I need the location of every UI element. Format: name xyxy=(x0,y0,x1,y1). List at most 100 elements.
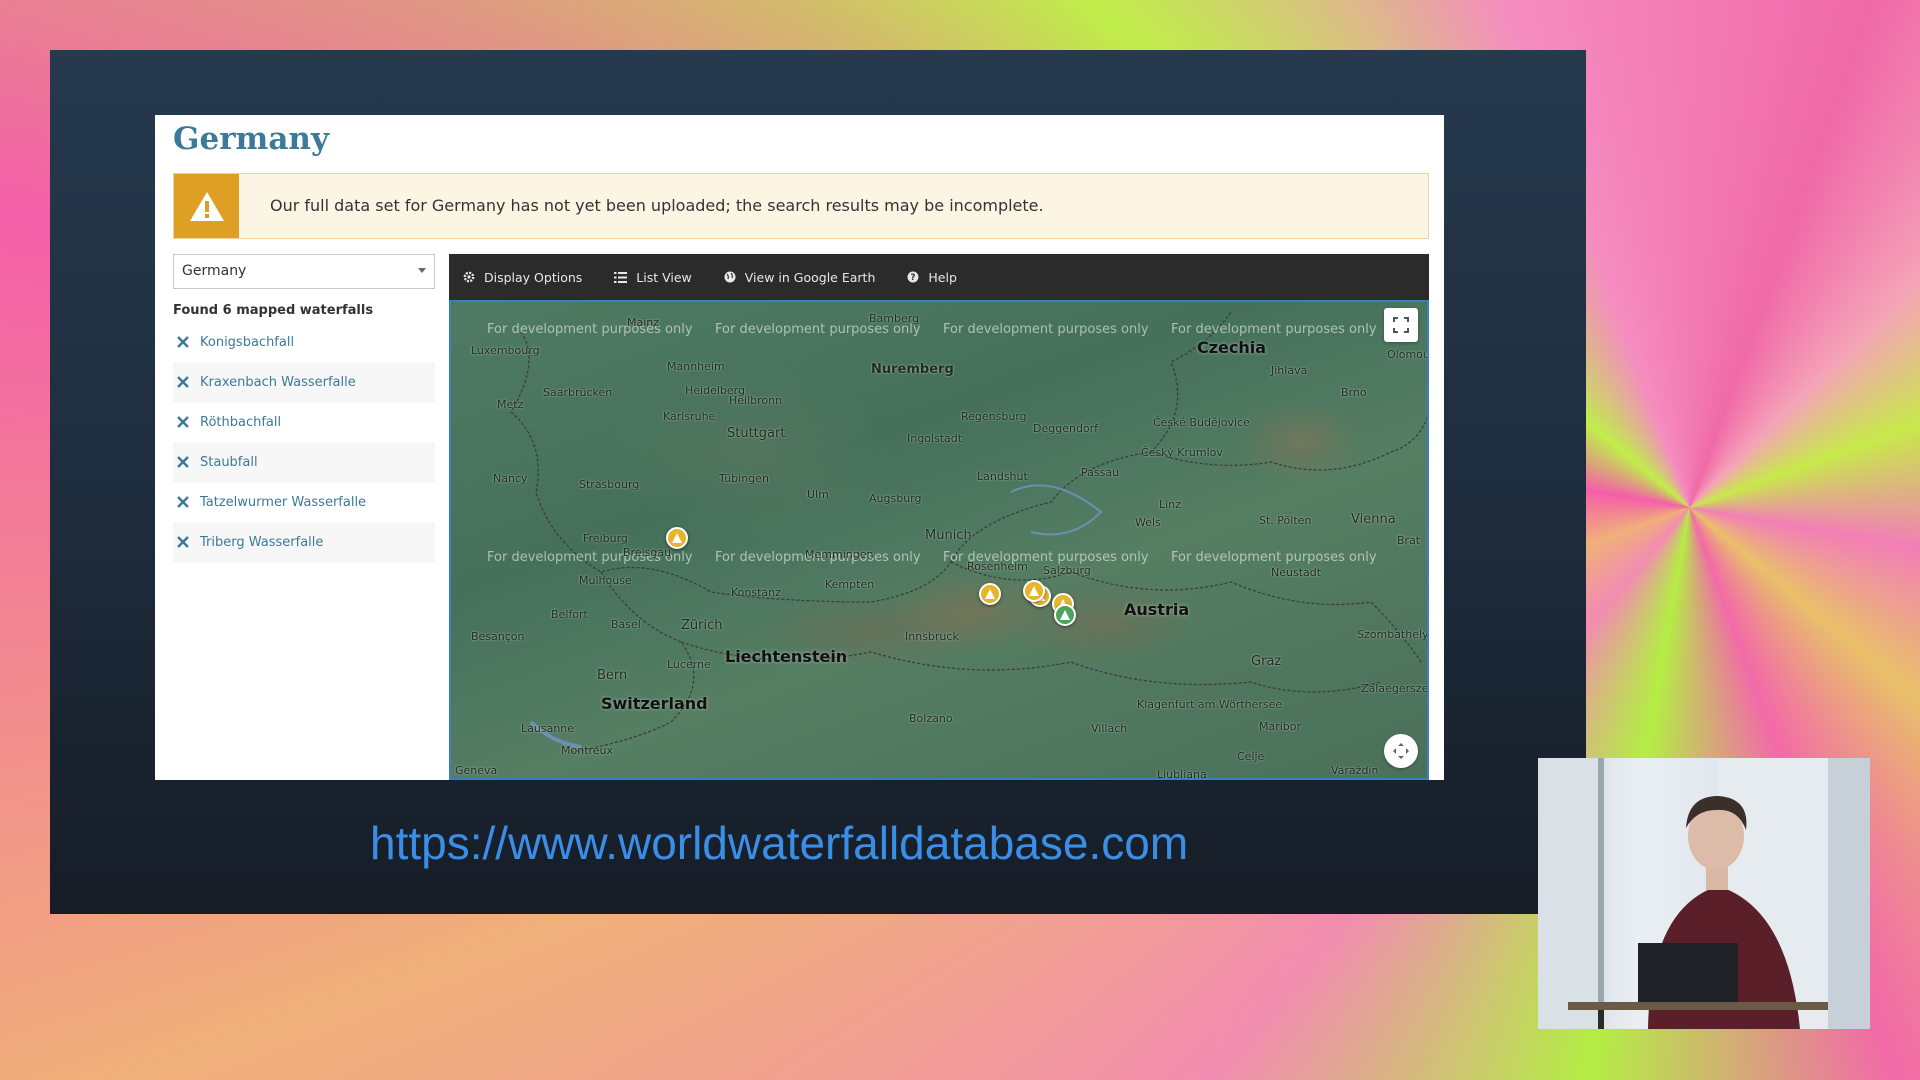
waterfall-marker[interactable] xyxy=(979,583,1001,605)
city-label: Konstanz xyxy=(731,586,781,599)
result-link[interactable]: Röthbachfall xyxy=(200,415,281,430)
result-link[interactable]: Kraxenbach Wasserfalle xyxy=(200,375,356,390)
city-label: Nuremberg xyxy=(871,362,954,377)
city-label: Ulm xyxy=(807,488,829,501)
city-label: Maribor xyxy=(1259,720,1302,733)
city-label: Brat xyxy=(1397,534,1421,547)
city-label: Český Krumlov xyxy=(1141,446,1223,459)
city-label: Breisgau xyxy=(623,546,672,559)
city-label: Geneva xyxy=(455,764,498,777)
city-label: Strasbourg xyxy=(579,478,640,491)
city-label: Kempten xyxy=(825,578,875,591)
city-label: Bamberg xyxy=(869,312,920,325)
waterfall-marker-icon xyxy=(177,456,189,468)
list-item[interactable]: Röthbachfall xyxy=(173,402,435,442)
result-link[interactable]: Staubfall xyxy=(200,455,258,470)
dev-notice: For development purposes only xyxy=(943,322,1149,337)
country-select-value: Germany xyxy=(182,263,247,279)
city-label: Bolzano xyxy=(909,712,953,725)
map-panel: Display Options List View View in Google… xyxy=(449,254,1429,780)
help-icon: ? xyxy=(907,271,919,283)
city-label: Belfort xyxy=(551,608,588,621)
result-link[interactable]: Triberg Wasserfalle xyxy=(200,535,323,550)
dev-notice: For development purposes only xyxy=(1171,322,1377,337)
incomplete-data-alert: Our full data set for Germany has not ye… xyxy=(173,173,1429,239)
country-select[interactable]: Germany xyxy=(173,254,435,289)
presentation-slide: Germany Our full data set for Germany ha… xyxy=(50,50,1586,914)
city-label: Graz xyxy=(1251,654,1282,669)
list-view-label: List View xyxy=(636,269,692,285)
list-item[interactable]: Staubfall xyxy=(173,442,435,482)
city-label: Vienna xyxy=(1351,512,1396,527)
waterfall-marker-icon xyxy=(177,536,189,548)
result-count: Found 6 mapped waterfalls xyxy=(173,303,374,318)
waterfall-marker-icon xyxy=(177,376,189,388)
waterfall-marker[interactable] xyxy=(666,527,688,549)
list-item[interactable]: Konigsbachfall xyxy=(173,322,435,362)
city-label: Lucerne xyxy=(667,658,711,671)
list-item[interactable]: Tatzelwurmer Wasserfalle xyxy=(173,482,435,522)
pan-arrows-icon xyxy=(1393,743,1409,759)
city-label: Tübingen xyxy=(719,472,769,485)
waterfall-marker[interactable] xyxy=(1054,604,1076,626)
city-label: Augsburg xyxy=(869,492,922,505)
city-label: Olomou xyxy=(1387,348,1429,361)
city-label: Wels xyxy=(1135,516,1161,529)
list-item[interactable]: Kraxenbach Wasserfalle xyxy=(173,362,435,402)
region-label: Switzerland xyxy=(601,694,708,713)
waterfall-marker[interactable] xyxy=(1023,580,1045,602)
city-label: Memmingen xyxy=(805,548,874,561)
city-label: Munich xyxy=(925,528,972,543)
city-label: Stuttgart xyxy=(727,426,786,441)
help-button[interactable]: ? Help xyxy=(907,270,957,285)
map-canvas[interactable]: For development purposes only For develo… xyxy=(449,300,1429,780)
region-label: Austria xyxy=(1124,600,1190,619)
city-label: Ljubljana xyxy=(1157,768,1207,780)
city-label: Bern xyxy=(597,668,628,683)
city-label: Zürich xyxy=(681,618,723,633)
fullscreen-button[interactable] xyxy=(1384,308,1418,342)
help-label: Help xyxy=(928,269,957,285)
city-label: Szombathely xyxy=(1357,628,1429,641)
display-options-button[interactable]: Display Options xyxy=(463,270,582,285)
city-label: Brno xyxy=(1341,386,1367,399)
city-label: České Budějovice xyxy=(1153,416,1250,429)
website-url: https://www.worldwaterfalldatabase.com xyxy=(370,817,1189,869)
warning-icon xyxy=(174,174,239,238)
globe-icon xyxy=(724,271,736,283)
city-label: Villach xyxy=(1091,722,1128,735)
result-link[interactable]: Tatzelwurmer Wasserfalle xyxy=(200,495,366,510)
alert-message: Our full data set for Germany has not ye… xyxy=(270,196,1044,215)
city-label: Passau xyxy=(1081,466,1120,479)
city-label: Landshut xyxy=(977,470,1028,483)
city-label: Saarbrücken xyxy=(543,386,613,399)
pan-control-button[interactable] xyxy=(1384,734,1418,768)
google-earth-button[interactable]: View in Google Earth xyxy=(724,269,876,285)
city-label: Rosenheim xyxy=(967,560,1028,573)
website-screenshot: Germany Our full data set for Germany ha… xyxy=(155,115,1444,780)
city-label: Klagenfurt am Wörthersee xyxy=(1137,698,1283,711)
city-label: Ingolstadt xyxy=(907,432,963,445)
results-list: Konigsbachfall Kraxenbach Wasserfalle Rö… xyxy=(173,322,435,562)
city-label: Heilbronn xyxy=(729,394,783,407)
dev-notice: For development purposes only xyxy=(487,322,693,337)
waterfall-icon xyxy=(1029,586,1039,596)
city-label: Lausanne xyxy=(521,722,575,735)
page-title: Germany xyxy=(173,121,329,157)
city-label: Besançon xyxy=(471,630,525,643)
dev-notice: For development purposes only xyxy=(1171,550,1377,565)
svg-text:?: ? xyxy=(911,273,916,283)
city-label: Varaždin xyxy=(1331,764,1379,777)
city-label: Neustadt xyxy=(1271,566,1322,579)
display-options-label: Display Options xyxy=(484,269,583,285)
waterfall-icon xyxy=(1060,610,1070,620)
result-link[interactable]: Konigsbachfall xyxy=(200,335,294,350)
speaker-webcam xyxy=(1538,758,1870,1029)
list-item[interactable]: Triberg Wasserfalle xyxy=(173,522,435,562)
city-label: Mainz xyxy=(627,316,660,329)
city-label: Linz xyxy=(1159,498,1181,511)
list-view-button[interactable]: List View xyxy=(614,270,692,285)
google-earth-label: View in Google Earth xyxy=(744,269,876,285)
city-label: Salzburg xyxy=(1043,564,1091,577)
speaker-video-image xyxy=(1538,758,1870,1029)
